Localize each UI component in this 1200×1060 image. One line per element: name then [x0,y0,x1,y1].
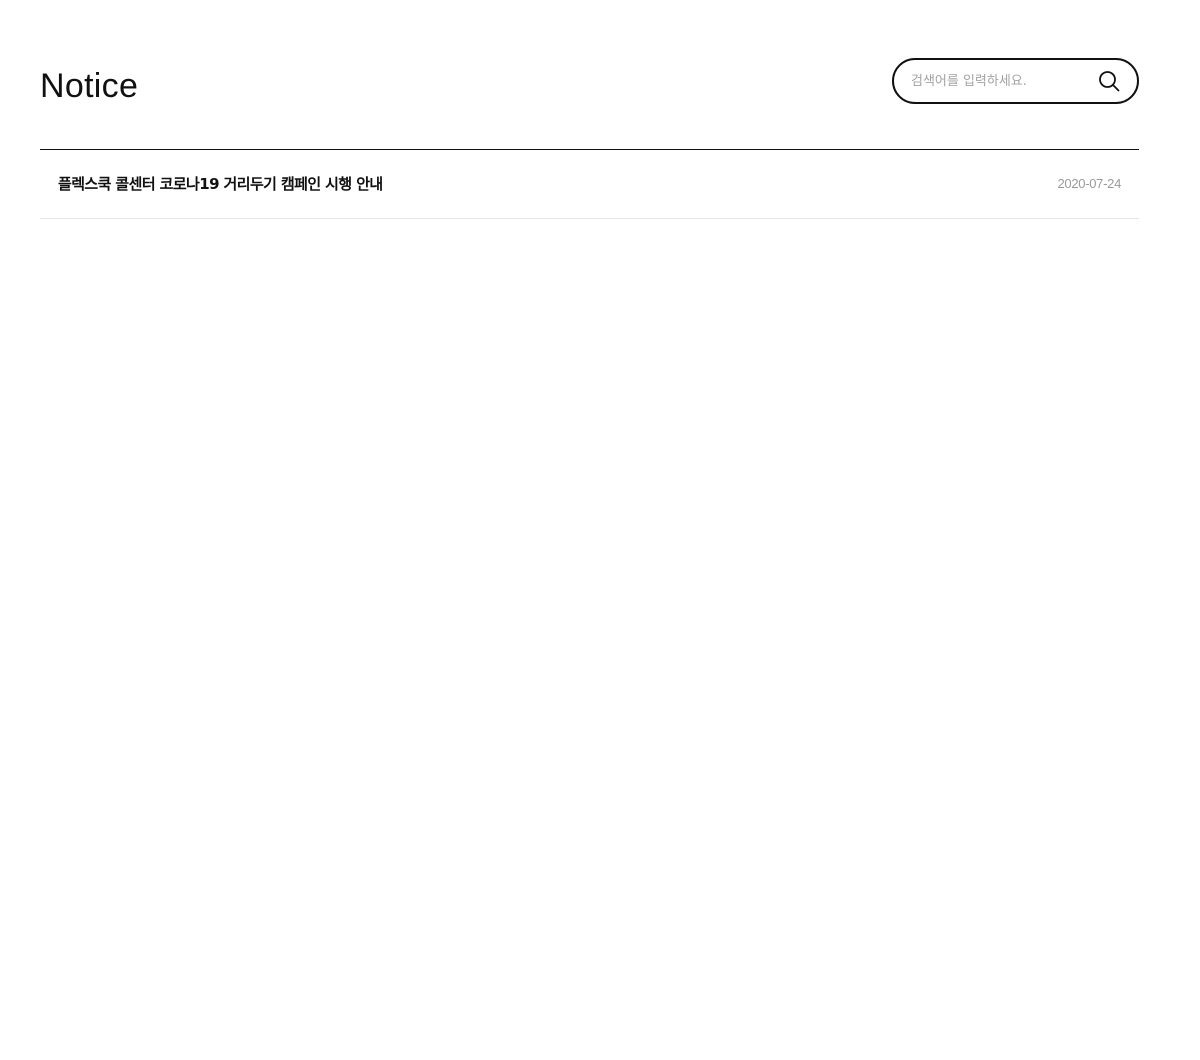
search-button[interactable] [1097,69,1123,95]
page-header: Notice [40,0,1139,150]
notice-row[interactable]: 플렉스쿡 콜센터 코로나19 거리두기 캠페인 시행 안내 2020-07-24 [40,150,1139,219]
notice-title: 플렉스쿡 콜센터 코로나19 거리두기 캠페인 시행 안내 [58,175,383,193]
notice-list: 플렉스쿡 콜센터 코로나19 거리두기 캠페인 시행 안내 2020-07-24 [40,150,1139,219]
search-box [892,58,1139,104]
search-input[interactable] [911,60,1086,102]
notice-page: Notice 플렉스쿡 콜센터 코로나19 거리두기 캠페인 시행 안내 202… [40,0,1139,219]
search-icon [1097,69,1123,95]
page-title: Notice [40,67,139,105]
notice-date: 2020-07-24 [1057,176,1122,191]
